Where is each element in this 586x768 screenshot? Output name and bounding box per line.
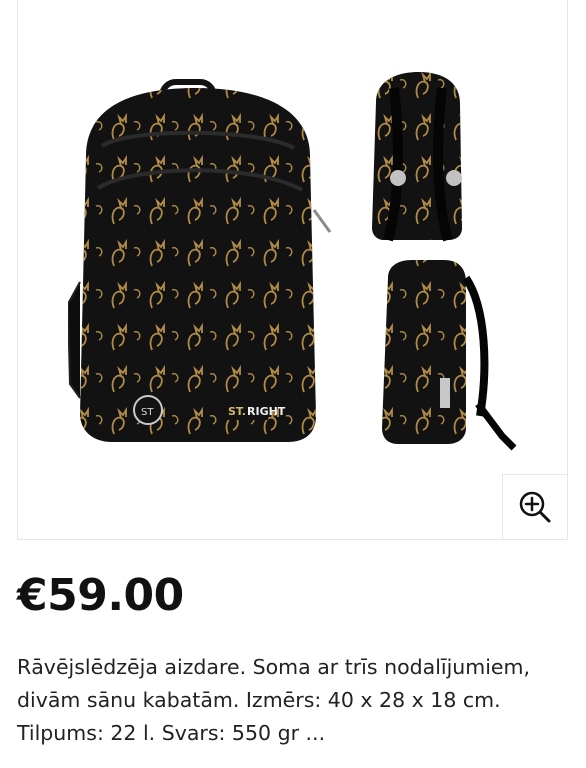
product-image[interactable]: ST ST. RIGHT	[68, 68, 538, 460]
svg-text:ST: ST	[141, 407, 154, 418]
main-backpack-image: ST ST. RIGHT	[68, 79, 332, 442]
svg-text:ST.: ST.	[228, 405, 246, 418]
zoom-button[interactable]	[502, 474, 568, 540]
product-description: Rāvējslēdzēja aizdare. Soma ar trīs noda…	[17, 655, 531, 745]
product-price: €59.00	[17, 570, 184, 621]
back-view-image	[372, 72, 462, 242]
zoom-in-icon	[519, 491, 551, 523]
svg-text:RIGHT: RIGHT	[247, 405, 286, 418]
product-page: ST ST. RIGHT €59.00 Rāvējslēdzēja aizdar…	[0, 0, 586, 768]
product-gallery: ST ST. RIGHT	[17, 0, 568, 540]
side-view-image	[382, 260, 517, 451]
